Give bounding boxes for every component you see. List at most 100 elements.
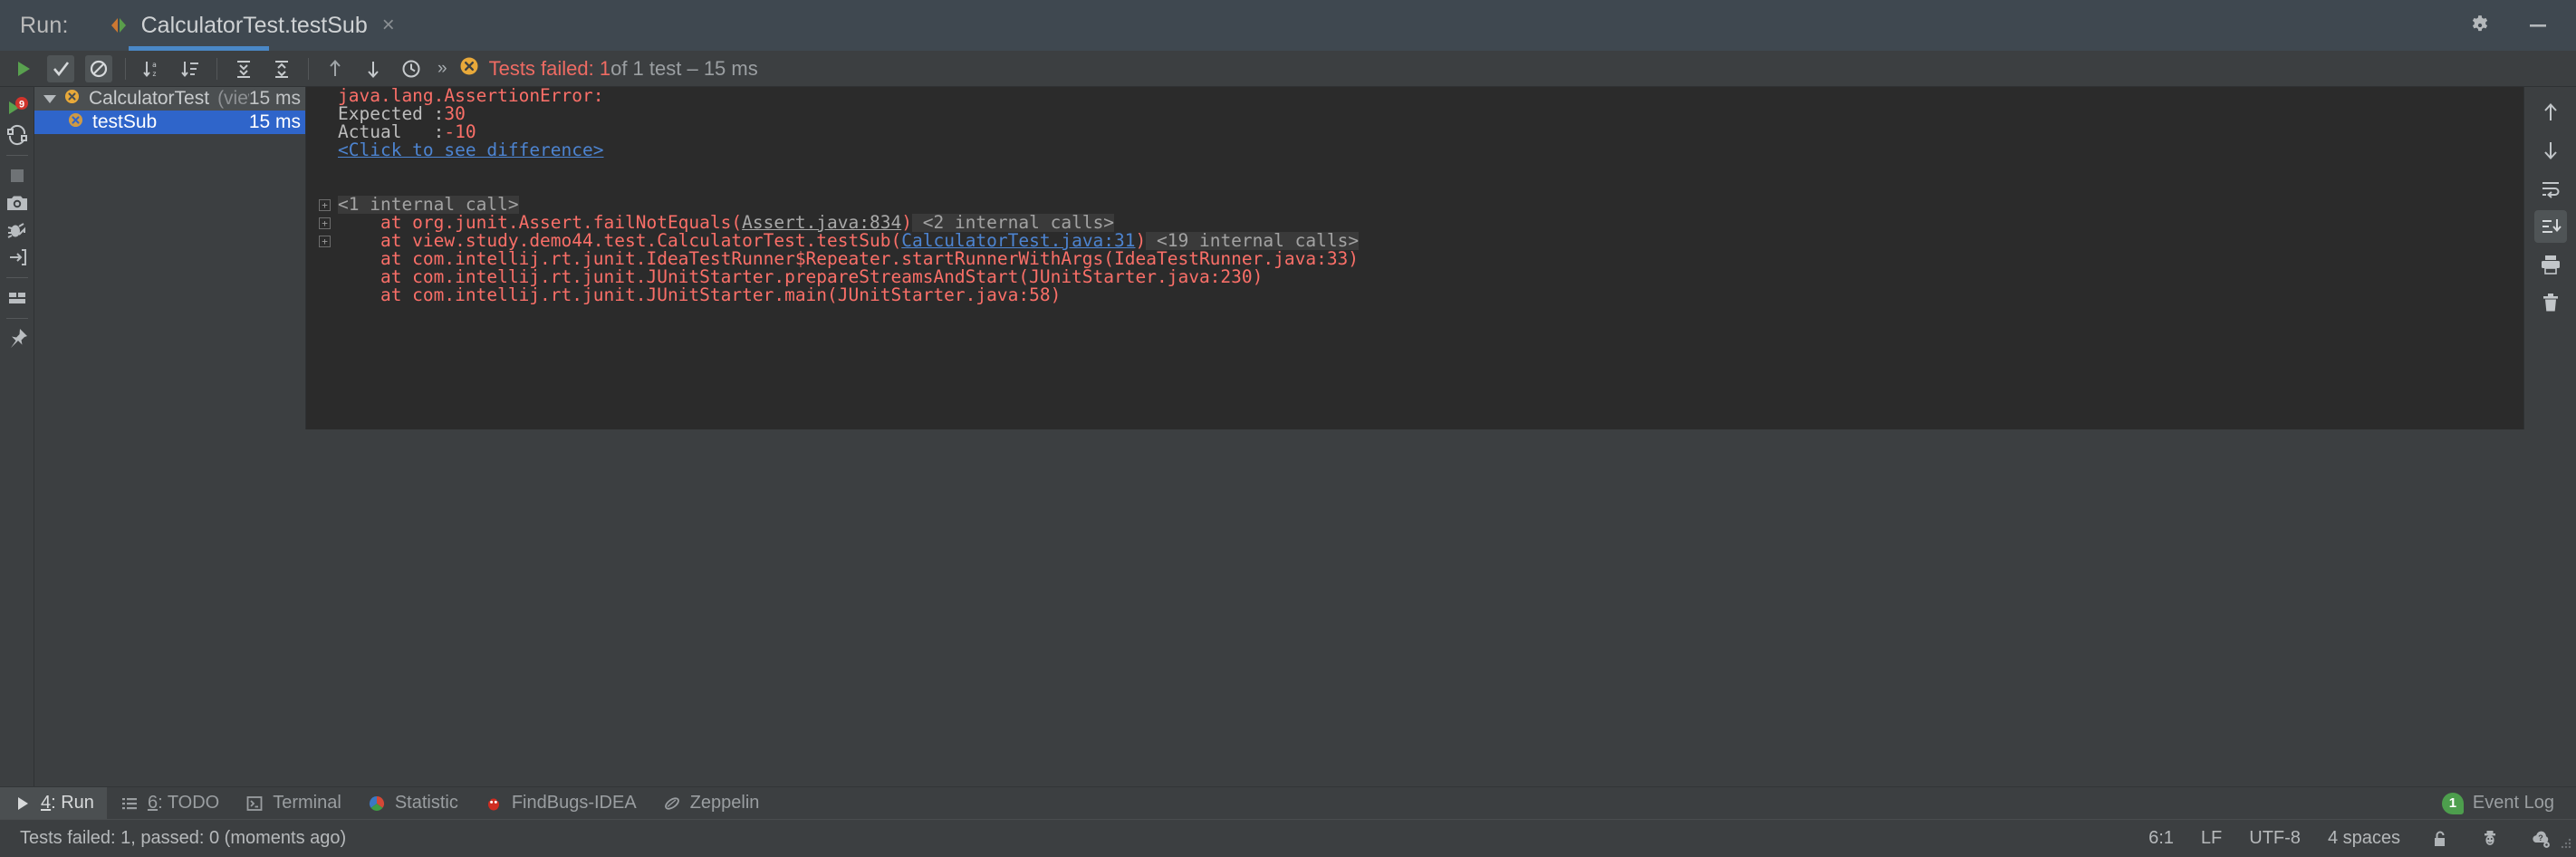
caret-position[interactable]: 6:1	[2148, 828, 2174, 849]
stack-frame-prefix: at org.junit.Assert.failNotEquals(	[338, 212, 743, 233]
screenshot-icon[interactable]	[4, 189, 31, 217]
source-link[interactable]: CalculatorTest.java:31	[901, 232, 1135, 250]
scroll-up-icon[interactable]	[2534, 96, 2567, 129]
indent-setting[interactable]: 4 spaces	[2328, 828, 2400, 849]
chevron-down-icon[interactable]	[43, 94, 56, 103]
test-history-button[interactable]	[398, 55, 425, 82]
expand-fold-icon[interactable]: +	[319, 217, 331, 229]
toolbar-separator	[125, 57, 126, 80]
zeppelin-icon	[662, 794, 682, 814]
test-duration: 15 ms	[248, 88, 301, 109]
clear-all-icon[interactable]	[2534, 286, 2567, 319]
expand-fold-icon[interactable]: +	[319, 198, 331, 211]
tab-todo-label: : TODO	[158, 793, 220, 813]
resize-grip[interactable]	[2558, 835, 2572, 854]
rerun-automatically-icon[interactable]	[4, 121, 31, 149]
cloud-question-icon[interactable]: ?	[2529, 827, 2552, 851]
run-configuration-title: CalculatorTest.testSub	[140, 12, 368, 38]
tab-zeppelin-label: Zeppelin	[689, 793, 760, 813]
hector-inspector-icon[interactable]	[2478, 827, 2502, 851]
internal-calls-fold-text[interactable]: <19 internal calls>	[1146, 232, 1360, 250]
tree-row[interactable]: CalculatorTest (view.study.dem 15 ms	[34, 87, 305, 111]
terminal-icon	[245, 794, 264, 814]
more-options-button[interactable]: »	[437, 59, 447, 79]
test-output-console[interactable]: java.lang.AssertionError: Expected :30 A…	[306, 87, 2523, 429]
status-bar-widgets: 6:1 LF UTF-8 4 spaces ?	[2148, 827, 2576, 851]
collapse-all-button[interactable]	[268, 55, 295, 82]
run-window-left-gutter: 9	[0, 87, 34, 857]
source-link[interactable]: Assert.java:834	[742, 214, 901, 232]
test-results-tree[interactable]: CalculatorTest (view.study.dem 15 ms tes…	[34, 87, 306, 429]
console-line-diff-link[interactable]: <Click to see difference>	[306, 141, 2523, 159]
minimize-icon[interactable]	[2525, 13, 2551, 38]
console-line-internal-call[interactable]: + <1 internal call>	[306, 196, 2523, 214]
tab-zeppelin[interactable]: Zeppelin	[649, 787, 773, 820]
expand-fold-icon[interactable]: +	[319, 235, 331, 247]
rerun-tests-button[interactable]	[9, 55, 36, 82]
gutter-separator	[5, 155, 28, 156]
event-log-button[interactable]: 1 Event Log	[2441, 792, 2576, 814]
hide-ignored-toggle[interactable]	[85, 54, 112, 82]
previous-failed-test-button[interactable]	[322, 55, 349, 82]
console-line-expected: Expected :30	[306, 105, 2523, 123]
tab-terminal[interactable]: Terminal	[232, 787, 354, 820]
run-configuration-tab[interactable]: CalculatorTest.testSub ×	[98, 0, 408, 51]
run-window-label: Run:	[20, 12, 69, 38]
svg-text:9: 9	[18, 100, 24, 111]
tab-todo-number: 6	[147, 793, 159, 813]
stack-frame-text: at com.intellij.rt.junit.IdeaTestRunner$…	[338, 248, 1360, 269]
console-line-stack-frame: at com.intellij.rt.junit.JUnitStarter.ma…	[306, 286, 2523, 304]
assertion-error-text: java.lang.AssertionError:	[338, 87, 604, 106]
tab-todo[interactable]: 6: TODO	[107, 787, 232, 820]
tree-row[interactable]: testSub 15 ms	[34, 111, 305, 134]
tab-statistic-label: Statistic	[394, 793, 458, 813]
status-message: Tests failed: 1, passed: 0 (moments ago)	[20, 828, 347, 848]
console-line-assertion-error: java.lang.AssertionError:	[306, 87, 2523, 105]
tab-run-number: 4	[41, 793, 52, 813]
test-class-name: CalculatorTest	[89, 88, 210, 109]
show-passed-toggle[interactable]	[47, 54, 74, 82]
rerun-failed-tests-icon[interactable]: 9	[4, 94, 31, 121]
close-tab-icon[interactable]: ×	[382, 14, 395, 36]
stack-frame-text: at com.intellij.rt.junit.JUnitStarter.ma…	[338, 284, 1062, 305]
print-icon[interactable]	[2534, 248, 2567, 281]
import-tests-icon[interactable]	[4, 244, 31, 271]
svg-text:?: ?	[2538, 833, 2543, 843]
internal-calls-fold-text[interactable]: <1 internal call>	[338, 196, 519, 214]
stop-icon[interactable]	[4, 162, 31, 189]
line-separator[interactable]: LF	[2201, 828, 2222, 849]
debug-icon[interactable]	[4, 217, 31, 244]
tab-terminal-label: Terminal	[273, 793, 341, 813]
console-line-stack-frame[interactable]: + at view.study.demo44.test.CalculatorTe…	[306, 232, 2523, 250]
pin-tab-icon[interactable]	[4, 325, 31, 352]
svg-text:a: a	[152, 61, 157, 69]
tab-findbugs-label: FindBugs-IDEA	[511, 793, 637, 813]
sort-alphabetically-button[interactable]: a z	[139, 55, 166, 82]
test-failed-icon	[67, 111, 84, 134]
console-line-stack-frame[interactable]: + at org.junit.Assert.failNotEquals(Asse…	[306, 214, 2523, 232]
sort-by-duration-button[interactable]	[177, 55, 204, 82]
file-encoding[interactable]: UTF-8	[2249, 828, 2301, 849]
gear-icon[interactable]	[2467, 13, 2493, 38]
unlock-icon[interactable]	[2427, 827, 2451, 851]
tab-statistic[interactable]: Statistic	[354, 787, 471, 820]
internal-calls-fold-text[interactable]: <2 internal calls>	[911, 214, 1115, 232]
expand-all-button[interactable]	[230, 55, 257, 82]
next-failed-test-button[interactable]	[360, 55, 387, 82]
click-to-see-difference-link[interactable]: <Click to see difference>	[338, 141, 604, 159]
tests-summary-text: of 1 test – 15 ms	[610, 56, 758, 80]
console-right-gutter	[2523, 87, 2576, 429]
list-icon	[120, 794, 139, 814]
scroll-to-end-icon[interactable]	[2533, 210, 2567, 243]
run-toolbar: a z » Tests failed: 1 of 1 test – 15 ms	[0, 51, 2576, 87]
test-failed-icon	[458, 55, 480, 82]
run-window-titlebar: Run: CalculatorTest.testSub ×	[0, 0, 2576, 51]
findbugs-icon	[484, 794, 504, 814]
tab-findbugs[interactable]: FindBugs-IDEA	[471, 787, 649, 820]
tests-failed-count: Tests failed: 1	[488, 56, 611, 80]
scroll-down-icon[interactable]	[2534, 134, 2567, 167]
tab-run[interactable]: 4: Run	[0, 786, 107, 820]
layout-icon[interactable]	[4, 284, 31, 312]
soft-wrap-icon[interactable]	[2534, 172, 2567, 205]
titlebar-controls	[2467, 0, 2576, 51]
